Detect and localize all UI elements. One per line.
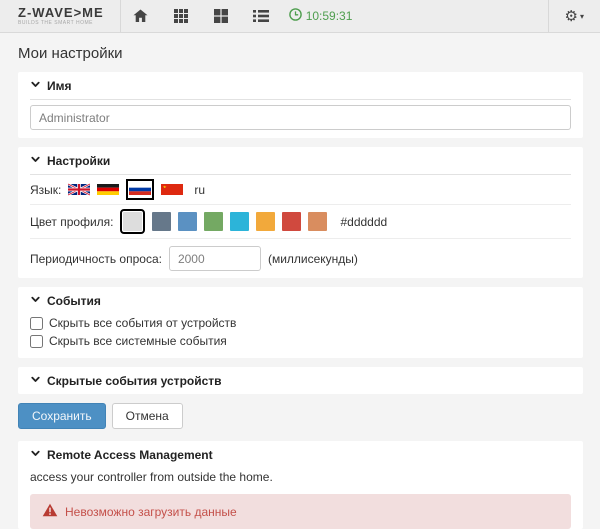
profile-name-input[interactable] bbox=[30, 105, 571, 130]
home-icon bbox=[133, 9, 148, 23]
polling-label: Периодичность опроса: bbox=[30, 251, 162, 266]
section-title: Имя bbox=[47, 79, 72, 93]
flag-cn-icon[interactable] bbox=[161, 182, 184, 197]
hide-system-events-checkbox[interactable] bbox=[30, 334, 43, 348]
navbar-icons: 10:59:31 bbox=[121, 0, 361, 32]
selected-language-code: ru bbox=[194, 182, 206, 197]
flag-de-icon[interactable] bbox=[97, 182, 120, 197]
warning-icon bbox=[42, 503, 58, 520]
logo-text: Z-WAVE>ME bbox=[18, 5, 104, 20]
language-row: Язык: ru bbox=[30, 175, 571, 204]
settings-menu-button[interactable]: ⚙ ▾ bbox=[547, 0, 600, 32]
gear-icon: ⚙ bbox=[564, 7, 578, 25]
panel-name: Имя bbox=[18, 72, 583, 138]
chevron-down-icon bbox=[30, 374, 41, 388]
color-swatch[interactable] bbox=[282, 212, 302, 231]
chevron-down-icon bbox=[30, 294, 41, 308]
top-navbar: Z-WAVE>ME BUILDS THE SMART HOME 10:59:31… bbox=[0, 0, 600, 33]
error-alert: Невозможно загрузить данные bbox=[30, 494, 571, 529]
hide-device-events-option[interactable]: Скрыть все события от устройств bbox=[30, 314, 571, 332]
color-swatch[interactable] bbox=[230, 212, 250, 231]
panel-remote-access: Remote Access Management access your con… bbox=[18, 441, 583, 529]
cancel-button[interactable]: Отмена bbox=[111, 403, 183, 429]
section-header-events[interactable]: События bbox=[30, 287, 571, 314]
list-icon bbox=[252, 10, 269, 22]
section-header-settings[interactable]: Настройки bbox=[30, 147, 571, 175]
polling-row: Периодичность опроса: (миллисекунды) bbox=[30, 238, 571, 278]
section-header-remote-access[interactable]: Remote Access Management bbox=[30, 441, 571, 468]
events-list-button[interactable] bbox=[241, 0, 281, 33]
clock-widget: 10:59:31 bbox=[281, 8, 361, 24]
chevron-down-icon bbox=[30, 79, 41, 93]
remote-access-description: access your controller from outside the … bbox=[30, 470, 273, 484]
color-swatch[interactable] bbox=[256, 212, 276, 231]
current-time: 10:59:31 bbox=[305, 9, 353, 23]
panel-settings: Настройки Язык: ru Цвет профиля: #dddddd… bbox=[18, 147, 583, 278]
caret-down-icon: ▾ bbox=[579, 11, 584, 21]
home-button[interactable] bbox=[121, 0, 161, 33]
color-swatch[interactable] bbox=[308, 212, 328, 231]
polling-interval-input[interactable] bbox=[168, 246, 261, 271]
logo-tagline: BUILDS THE SMART HOME bbox=[18, 20, 93, 26]
flag-ru-icon[interactable] bbox=[126, 179, 155, 200]
section-header-name[interactable]: Имя bbox=[30, 72, 571, 100]
clock-icon bbox=[288, 8, 302, 24]
section-header-hidden-events[interactable]: Скрытые события устройств bbox=[30, 367, 571, 394]
section-title: Настройки bbox=[47, 154, 111, 168]
checkbox-label: Скрыть все события от устройств bbox=[49, 316, 237, 330]
panel-hidden-events: Скрытые события устройств bbox=[18, 367, 583, 394]
polling-unit: (миллисекунды) bbox=[267, 251, 358, 266]
logo[interactable]: Z-WAVE>ME BUILDS THE SMART HOME bbox=[0, 0, 121, 32]
selected-color-hex: #dddddd bbox=[340, 214, 388, 229]
main-content: Мои настройки Имя Настройки Язык: bbox=[0, 33, 600, 529]
form-actions: Сохранить Отмена bbox=[18, 403, 583, 429]
hide-system-events-option[interactable]: Скрыть все системные события bbox=[30, 332, 571, 350]
profile-color-row: Цвет профиля: #dddddd bbox=[30, 204, 571, 238]
grid-3x3-icon bbox=[173, 9, 188, 23]
dashboard-button[interactable] bbox=[201, 0, 241, 33]
panel-events: События Скрыть все события от устройств … bbox=[18, 287, 583, 358]
section-title: Скрытые события устройств bbox=[47, 374, 222, 388]
color-swatch[interactable] bbox=[204, 212, 224, 231]
section-title: События bbox=[47, 294, 101, 308]
section-title: Remote Access Management bbox=[47, 448, 213, 462]
grid-2x2-icon bbox=[213, 9, 228, 23]
page-title: Мои настройки bbox=[18, 45, 123, 62]
hide-device-events-checkbox[interactable] bbox=[30, 316, 43, 330]
language-label: Язык: bbox=[30, 182, 62, 197]
error-alert-text: Невозможно загрузить данные bbox=[65, 504, 237, 519]
widgets-grid-button[interactable] bbox=[161, 0, 201, 33]
profile-color-label: Цвет профиля: bbox=[30, 214, 114, 229]
chevron-down-icon bbox=[30, 448, 41, 462]
flag-en-icon[interactable] bbox=[68, 182, 91, 197]
color-swatch[interactable] bbox=[120, 209, 146, 234]
save-button[interactable]: Сохранить bbox=[18, 403, 106, 429]
checkbox-label: Скрыть все системные события bbox=[49, 334, 227, 348]
chevron-down-icon bbox=[30, 154, 41, 168]
color-swatch[interactable] bbox=[152, 212, 172, 231]
color-swatch[interactable] bbox=[178, 212, 198, 231]
